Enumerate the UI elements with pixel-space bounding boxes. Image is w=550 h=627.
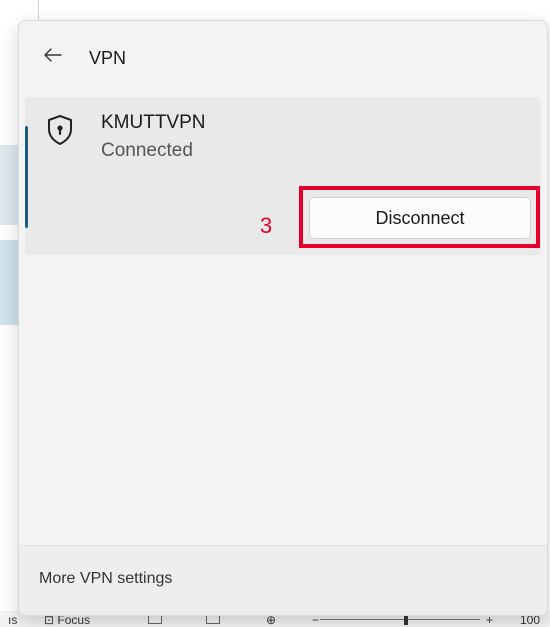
annotation-step-number: 3	[260, 213, 273, 238]
flyout-footer: More VPN settings	[19, 545, 547, 615]
back-arrow-icon	[44, 47, 62, 67]
vpn-connection-name: KMUTTVPN	[101, 112, 206, 133]
page-title: VPN	[89, 48, 127, 68]
flyout-header: VPN	[19, 21, 547, 97]
zoom-slider-track[interactable]	[320, 619, 480, 620]
annotation-highlight-box	[299, 186, 540, 248]
back-button[interactable]	[39, 43, 67, 71]
vpn-connection-status: Connected	[101, 140, 193, 161]
vpn-flyout: VPN KMUTTVPN Connected 3 Disconnect More…	[18, 20, 548, 616]
shield-lock-icon	[46, 114, 74, 146]
selection-indicator	[25, 126, 28, 228]
statusbar-fragment: ıs	[8, 613, 18, 627]
more-vpn-settings-link[interactable]: More VPN settings	[39, 570, 172, 588]
background-accent	[0, 145, 20, 225]
background-divider	[38, 0, 39, 20]
background-accent	[0, 240, 20, 325]
vpn-connection-item[interactable]: KMUTTVPN Connected 3 Disconnect	[25, 97, 541, 255]
screen: ıs ⊡ Focus ⊕ − + 100 VPN KMUTTVPN Connec…	[0, 0, 550, 627]
